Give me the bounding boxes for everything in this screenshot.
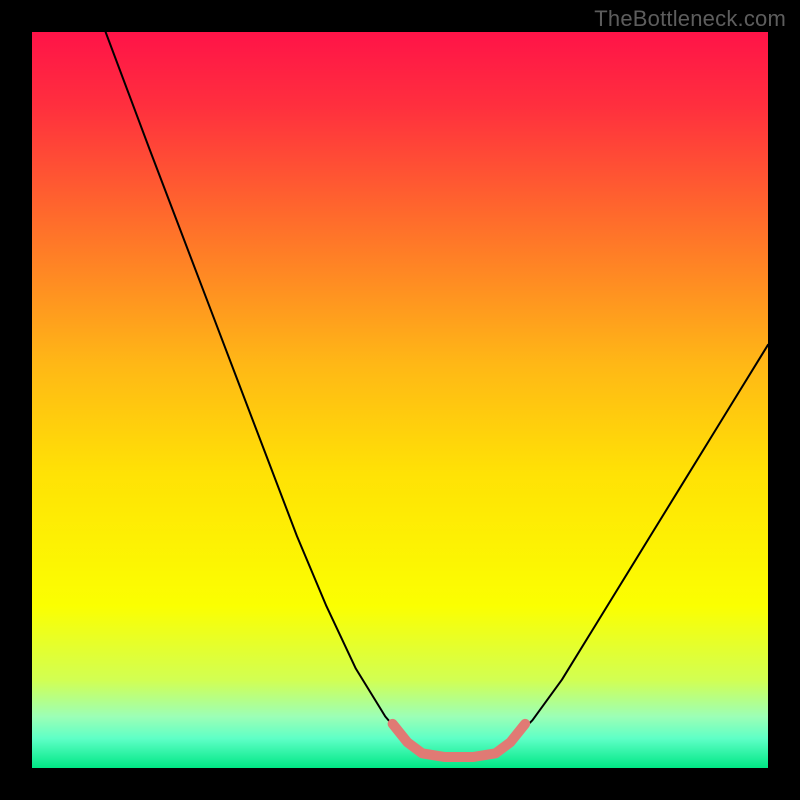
plot-area	[32, 32, 768, 768]
chart-frame: TheBottleneck.com	[0, 0, 800, 800]
watermark-text: TheBottleneck.com	[594, 6, 786, 32]
bottleneck-chart	[32, 32, 768, 768]
gradient-background	[32, 32, 768, 768]
